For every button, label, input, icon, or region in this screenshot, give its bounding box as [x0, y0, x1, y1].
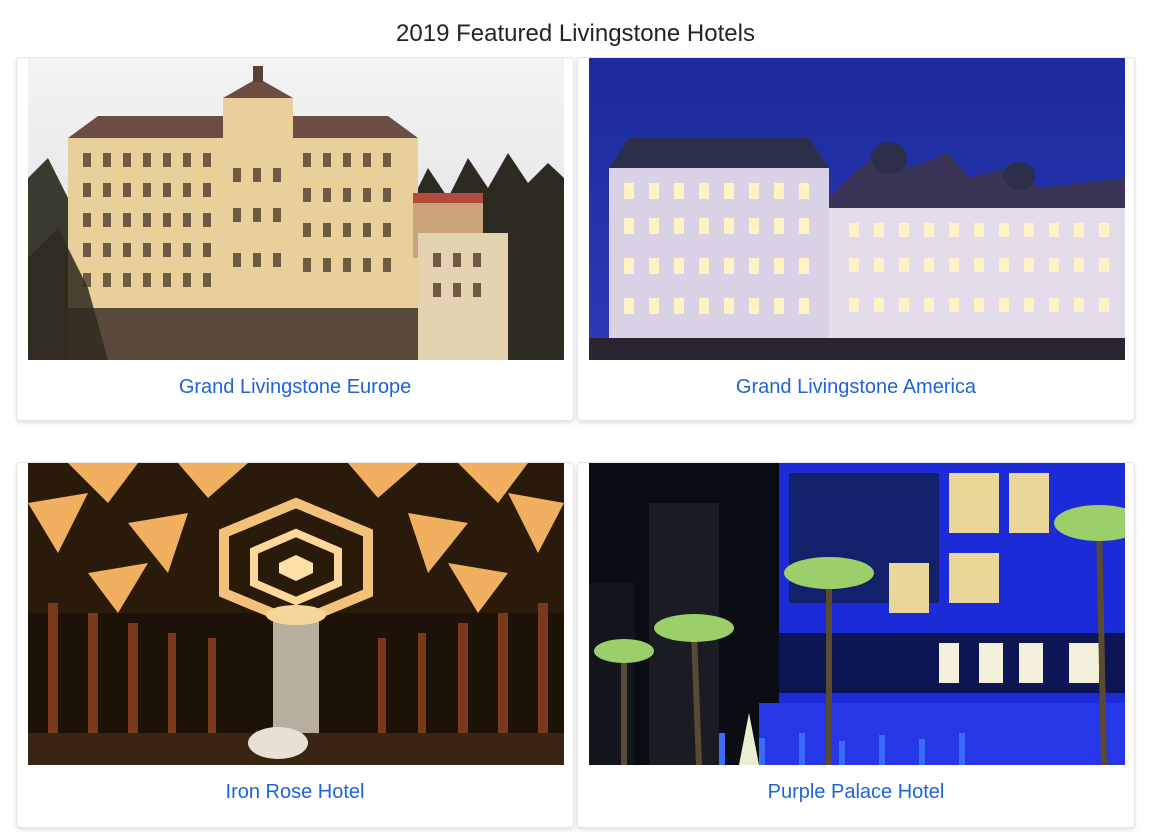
hotel-photo[interactable] [28, 58, 564, 360]
hotel-photo[interactable] [28, 463, 564, 765]
hotel-link-iron-rose-hotel[interactable]: Iron Rose Hotel [17, 779, 573, 805]
hotel-card: Iron Rose Hotel [16, 462, 574, 828]
hotel-photo[interactable] [589, 463, 1125, 765]
hotel-link-purple-palace-hotel[interactable]: Purple Palace Hotel [578, 779, 1134, 805]
hotel-photo[interactable] [589, 58, 1125, 360]
hotel-card: Purple Palace Hotel [577, 462, 1135, 828]
hotel-link-grand-livingstone-america[interactable]: Grand Livingstone America [578, 374, 1134, 400]
page-title: 2019 Featured Livingstone Hotels [396, 20, 755, 47]
hotel-link-grand-livingstone-europe[interactable]: Grand Livingstone Europe [17, 374, 573, 400]
hotel-card: Grand Livingstone Europe [16, 57, 574, 421]
hotel-card: Grand Livingstone America [577, 57, 1135, 421]
